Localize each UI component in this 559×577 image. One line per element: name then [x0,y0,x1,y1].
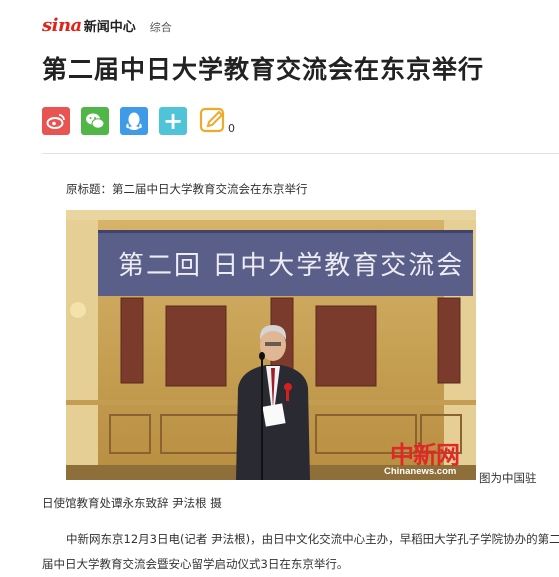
news-center-label: 新闻中心 [83,19,136,35]
site-header: sina 新闻中心 综合 [42,12,172,38]
article-paragraph: 中新网东京12月3日电(记者 尹法根)，由日中文化交流中心主办，早稻田大学孔子学… [42,532,559,571]
sina-logo-text: sina [42,14,82,36]
comment-button[interactable]: 0 [199,107,235,135]
share-wechat-button[interactable] [81,107,109,135]
share-qq-button[interactable] [120,107,148,135]
edit-comment-icon [199,107,225,133]
wechat-icon [86,113,105,129]
divider [42,153,559,154]
share-weibo-button[interactable] [42,107,70,135]
article-photo: 中新网 Chinanews.com 第二回 日中大学教育交流会 [66,210,476,480]
article-title: 第二届中日大学教育交流会在东京举行 [42,55,485,84]
photo-caption: 图为中国驻 [479,471,537,485]
comment-count: 0 [228,122,235,135]
share-bar: + 0 [42,107,235,135]
channel-link[interactable]: 综合 [150,19,172,35]
banner-text: 第二回 日中大学教育交流会 [118,251,465,281]
weibo-icon [46,114,65,129]
original-title: 原标题：第二届中日大学教育交流会在东京举行 [66,182,308,196]
share-more-button[interactable]: + [159,107,187,135]
chinanews-watermark-url: Chinanews.com [384,466,457,477]
chinanews-watermark: 中新网 [390,440,460,469]
photo-caption-continued: 日使馆教育处谭永东致辞 尹法根 摄 [42,496,222,510]
qq-icon [126,112,142,130]
plus-icon: + [162,107,184,135]
sina-news-logo[interactable]: sina 新闻中心 [42,15,136,36]
